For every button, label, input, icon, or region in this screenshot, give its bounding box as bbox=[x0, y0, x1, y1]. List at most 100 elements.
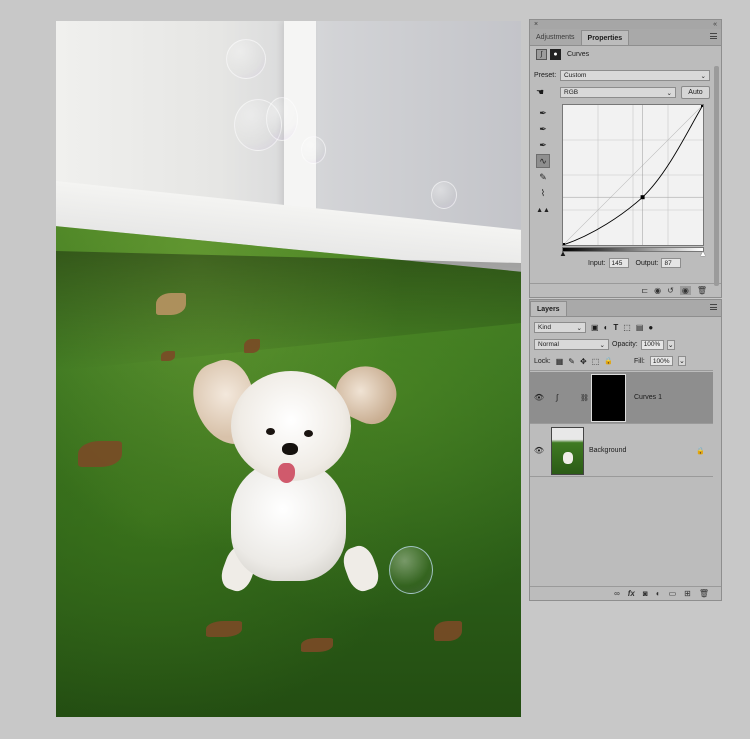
lock-transparent-icon[interactable]: ▦ bbox=[556, 357, 564, 366]
photo-leaf bbox=[434, 621, 462, 641]
photo-bubble bbox=[431, 181, 457, 209]
curve-endpoint-black[interactable] bbox=[563, 243, 565, 245]
visibility-eye-icon[interactable]: 👁 bbox=[530, 393, 548, 402]
tab-properties[interactable]: Properties bbox=[580, 30, 630, 45]
fill-label: Fill: bbox=[633, 357, 645, 365]
lock-pixels-icon[interactable]: ✎ bbox=[568, 357, 575, 366]
layer-row-curves[interactable]: 👁 ∫ ⛓ Curves 1 bbox=[530, 372, 713, 424]
properties-tabbar: Adjustments Properties bbox=[530, 29, 721, 46]
new-adjustment-icon[interactable]: ◐ bbox=[656, 589, 661, 598]
background-thumbnail[interactable] bbox=[551, 426, 584, 475]
fx-icon[interactable]: fx bbox=[628, 589, 635, 598]
black-point-slider-icon[interactable]: ▲ bbox=[559, 249, 567, 258]
add-mask-icon[interactable]: ◙ bbox=[643, 589, 648, 598]
panel-menu-icon[interactable] bbox=[710, 33, 717, 39]
output-label: Output: bbox=[635, 259, 659, 267]
curve-control-point[interactable] bbox=[640, 195, 645, 200]
preset-value: Custom bbox=[564, 72, 587, 79]
layers-panel: Layers Kind ⌄ ▣ ◐ T ⬚ ▤ ● Normal ⌄ Opaci… bbox=[529, 299, 722, 601]
target-adjust-icon[interactable]: ☚ bbox=[536, 87, 560, 98]
photo-leaf bbox=[206, 621, 242, 637]
photo-leaf bbox=[156, 293, 186, 315]
clipping-warning-icon[interactable]: ▲▲ bbox=[536, 203, 550, 217]
curves-adjustment-thumb-icon: ∫ bbox=[556, 393, 559, 402]
preset-select[interactable]: Custom ⌄ bbox=[560, 70, 710, 81]
fill-field[interactable]: 100% bbox=[649, 356, 673, 366]
document-canvas[interactable] bbox=[56, 21, 521, 717]
input-label: Input: bbox=[588, 259, 606, 267]
visibility-icon[interactable]: ◉ bbox=[679, 286, 691, 295]
channel-select[interactable]: RGB ⌄ bbox=[560, 87, 676, 98]
reset-icon[interactable]: ↺ bbox=[667, 286, 674, 295]
filter-shape-icon[interactable]: ⬚ bbox=[623, 323, 631, 332]
visibility-eye-icon[interactable]: 👁 bbox=[530, 446, 548, 455]
lock-artboard-icon[interactable]: ⬚ bbox=[592, 357, 600, 366]
curve-point-tool-icon[interactable]: ∿ bbox=[536, 154, 550, 168]
close-icon[interactable]: × bbox=[534, 21, 538, 28]
fill-dropdown-icon[interactable]: ⌄ bbox=[677, 356, 686, 366]
lock-position-icon[interactable]: ✥ bbox=[580, 357, 587, 366]
layer-name[interactable]: Curves 1 bbox=[634, 394, 662, 401]
photo-leaf bbox=[78, 441, 122, 467]
smooth-icon[interactable]: ⌇ bbox=[536, 186, 550, 200]
curves-adjustment-icon[interactable]: ∫ bbox=[536, 49, 547, 60]
photo-bubble bbox=[226, 39, 266, 79]
new-group-folder-icon[interactable]: ▭ bbox=[669, 589, 677, 598]
clip-to-layer-icon[interactable]: ⊏ bbox=[641, 286, 648, 295]
filter-row: Kind ⌄ ▣ ◐ T ⬚ ▤ ● bbox=[534, 322, 653, 333]
filter-adjustment-icon[interactable]: ◐ bbox=[604, 323, 609, 332]
lock-all-icon[interactable]: 🔒 bbox=[604, 357, 613, 365]
layer-mask-icon[interactable]: ● bbox=[550, 49, 561, 60]
auto-button[interactable]: Auto bbox=[681, 86, 710, 99]
view-previous-icon[interactable]: ◉ bbox=[654, 286, 661, 295]
trash-icon[interactable]: 🗑 bbox=[699, 589, 709, 598]
photo-leaf bbox=[161, 351, 175, 361]
chevron-down-icon: ⌄ bbox=[700, 72, 706, 80]
photo-dog bbox=[183, 351, 405, 601]
lock-icon: 🔒 bbox=[696, 447, 705, 455]
lock-label: Lock: bbox=[534, 357, 551, 365]
collapse-icon[interactable]: « bbox=[713, 21, 717, 28]
link-layers-icon[interactable]: ∞ bbox=[614, 589, 620, 598]
new-layer-icon[interactable]: ⊞ bbox=[684, 589, 691, 598]
output-field[interactable]: 87 bbox=[661, 258, 682, 268]
tab-adjustments[interactable]: Adjustments bbox=[530, 30, 581, 45]
blend-mode-select[interactable]: Normal ⌄ bbox=[534, 339, 609, 350]
curves-graph[interactable] bbox=[562, 104, 704, 246]
input-field[interactable]: 145 bbox=[608, 258, 629, 268]
mask-link-icon[interactable]: ⛓ bbox=[580, 394, 589, 402]
photo-leaf bbox=[301, 638, 333, 652]
layers-footer: ∞ fx ◙ ◐ ▭ ⊞ 🗑 bbox=[530, 586, 721, 600]
adjustment-name: Curves bbox=[567, 51, 590, 58]
white-eyedropper-icon[interactable]: ✒ bbox=[536, 138, 550, 152]
lock-row: Lock: ▦ ✎ ✥ ⬚ 🔒 Fill: 100% ⌄ bbox=[534, 356, 686, 366]
filter-type-icon[interactable]: T bbox=[613, 323, 618, 332]
pencil-icon[interactable]: ✎ bbox=[536, 170, 550, 184]
gray-eyedropper-icon[interactable]: ✒ bbox=[536, 122, 550, 136]
tab-layers[interactable]: Layers bbox=[530, 301, 567, 316]
properties-scrollbar[interactable] bbox=[714, 66, 719, 286]
layer-name[interactable]: Background bbox=[589, 447, 626, 454]
trash-icon[interactable]: 🗑 bbox=[697, 286, 707, 295]
filter-pixel-icon[interactable]: ▣ bbox=[591, 323, 599, 332]
curves-svg bbox=[562, 104, 704, 246]
curve-endpoint-white[interactable] bbox=[701, 105, 703, 107]
black-eyedropper-icon[interactable]: ✒ bbox=[536, 106, 550, 120]
blend-row: Normal ⌄ Opacity: 100% ⌄ bbox=[534, 339, 675, 350]
channel-value: RGB bbox=[564, 89, 579, 96]
chevron-down-icon: ⌄ bbox=[599, 341, 605, 349]
panel-menu-icon[interactable] bbox=[710, 304, 717, 310]
white-point-slider-icon[interactable]: ▲ bbox=[699, 249, 707, 258]
filter-toggle-icon[interactable]: ● bbox=[648, 323, 653, 332]
filter-kind-select[interactable]: Kind ⌄ bbox=[534, 322, 586, 333]
channel-row: ☚ RGB ⌄ Auto bbox=[536, 86, 710, 99]
preset-row: Preset: Custom ⌄ bbox=[534, 70, 710, 81]
layers-tabbar: Layers bbox=[530, 300, 721, 317]
opacity-dropdown-icon[interactable]: ⌄ bbox=[666, 339, 675, 350]
filter-kind-value: Kind bbox=[538, 324, 552, 331]
blend-mode-value: Normal bbox=[538, 341, 559, 348]
opacity-field[interactable]: 100% bbox=[640, 339, 664, 350]
layer-mask-thumbnail[interactable] bbox=[591, 373, 626, 422]
layer-row-background[interactable]: 👁 Background 🔒 bbox=[530, 425, 713, 477]
filter-smart-object-icon[interactable]: ▤ bbox=[636, 323, 644, 332]
